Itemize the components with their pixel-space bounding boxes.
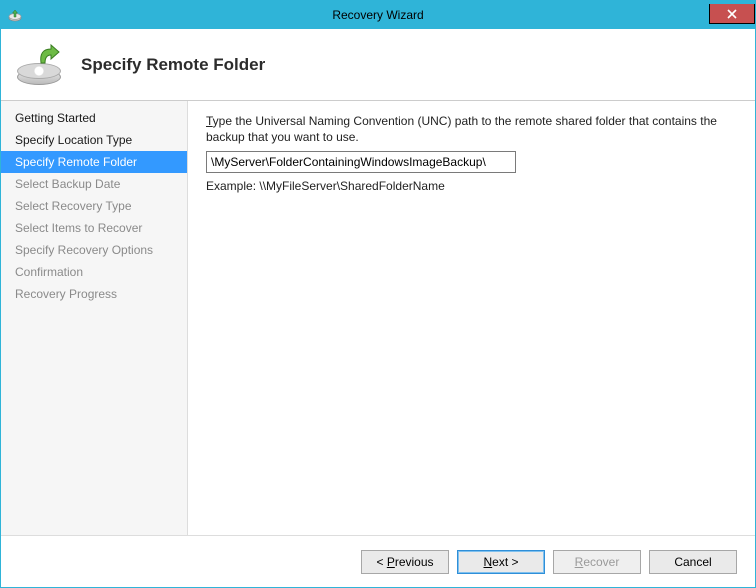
cancel-button[interactable]: Cancel xyxy=(649,550,737,574)
instruction-text: Type the Universal Naming Convention (UN… xyxy=(206,113,737,145)
wizard-step[interactable]: Specify Remote Folder xyxy=(1,151,187,173)
wizard-step[interactable]: Specify Location Type xyxy=(1,129,187,151)
wizard-step: Specify Recovery Options xyxy=(1,239,187,261)
wizard-footer: < Previous Next > Recover Cancel xyxy=(1,535,755,587)
recover-button: Recover xyxy=(553,550,641,574)
titlebar: Recovery Wizard xyxy=(1,1,755,29)
previous-button[interactable]: < Previous xyxy=(361,550,449,574)
wizard-step-list: Getting StartedSpecify Location TypeSpec… xyxy=(1,101,188,535)
wizard-step: Recovery Progress xyxy=(1,283,187,305)
close-button[interactable] xyxy=(709,4,755,24)
wizard-header: Specify Remote Folder xyxy=(1,29,755,101)
wizard-step[interactable]: Getting Started xyxy=(1,107,187,129)
wizard-step: Select Backup Date xyxy=(1,173,187,195)
wizard-page-content: Type the Universal Naming Convention (UN… xyxy=(188,101,755,535)
window-title: Recovery Wizard xyxy=(1,8,755,22)
page-title: Specify Remote Folder xyxy=(81,55,265,75)
example-text: Example: \\MyFileServer\SharedFolderName xyxy=(206,179,737,193)
wizard-step: Select Items to Recover xyxy=(1,217,187,239)
unc-path-input[interactable] xyxy=(206,151,516,173)
wizard-step: Confirmation xyxy=(1,261,187,283)
wizard-body: Getting StartedSpecify Location TypeSpec… xyxy=(1,101,755,535)
wizard-step: Select Recovery Type xyxy=(1,195,187,217)
app-icon xyxy=(7,7,23,23)
recovery-disc-icon xyxy=(15,41,63,89)
next-button[interactable]: Next > xyxy=(457,550,545,574)
recovery-wizard-window: Recovery Wizard Specify Remote Folder Ge… xyxy=(0,0,756,588)
